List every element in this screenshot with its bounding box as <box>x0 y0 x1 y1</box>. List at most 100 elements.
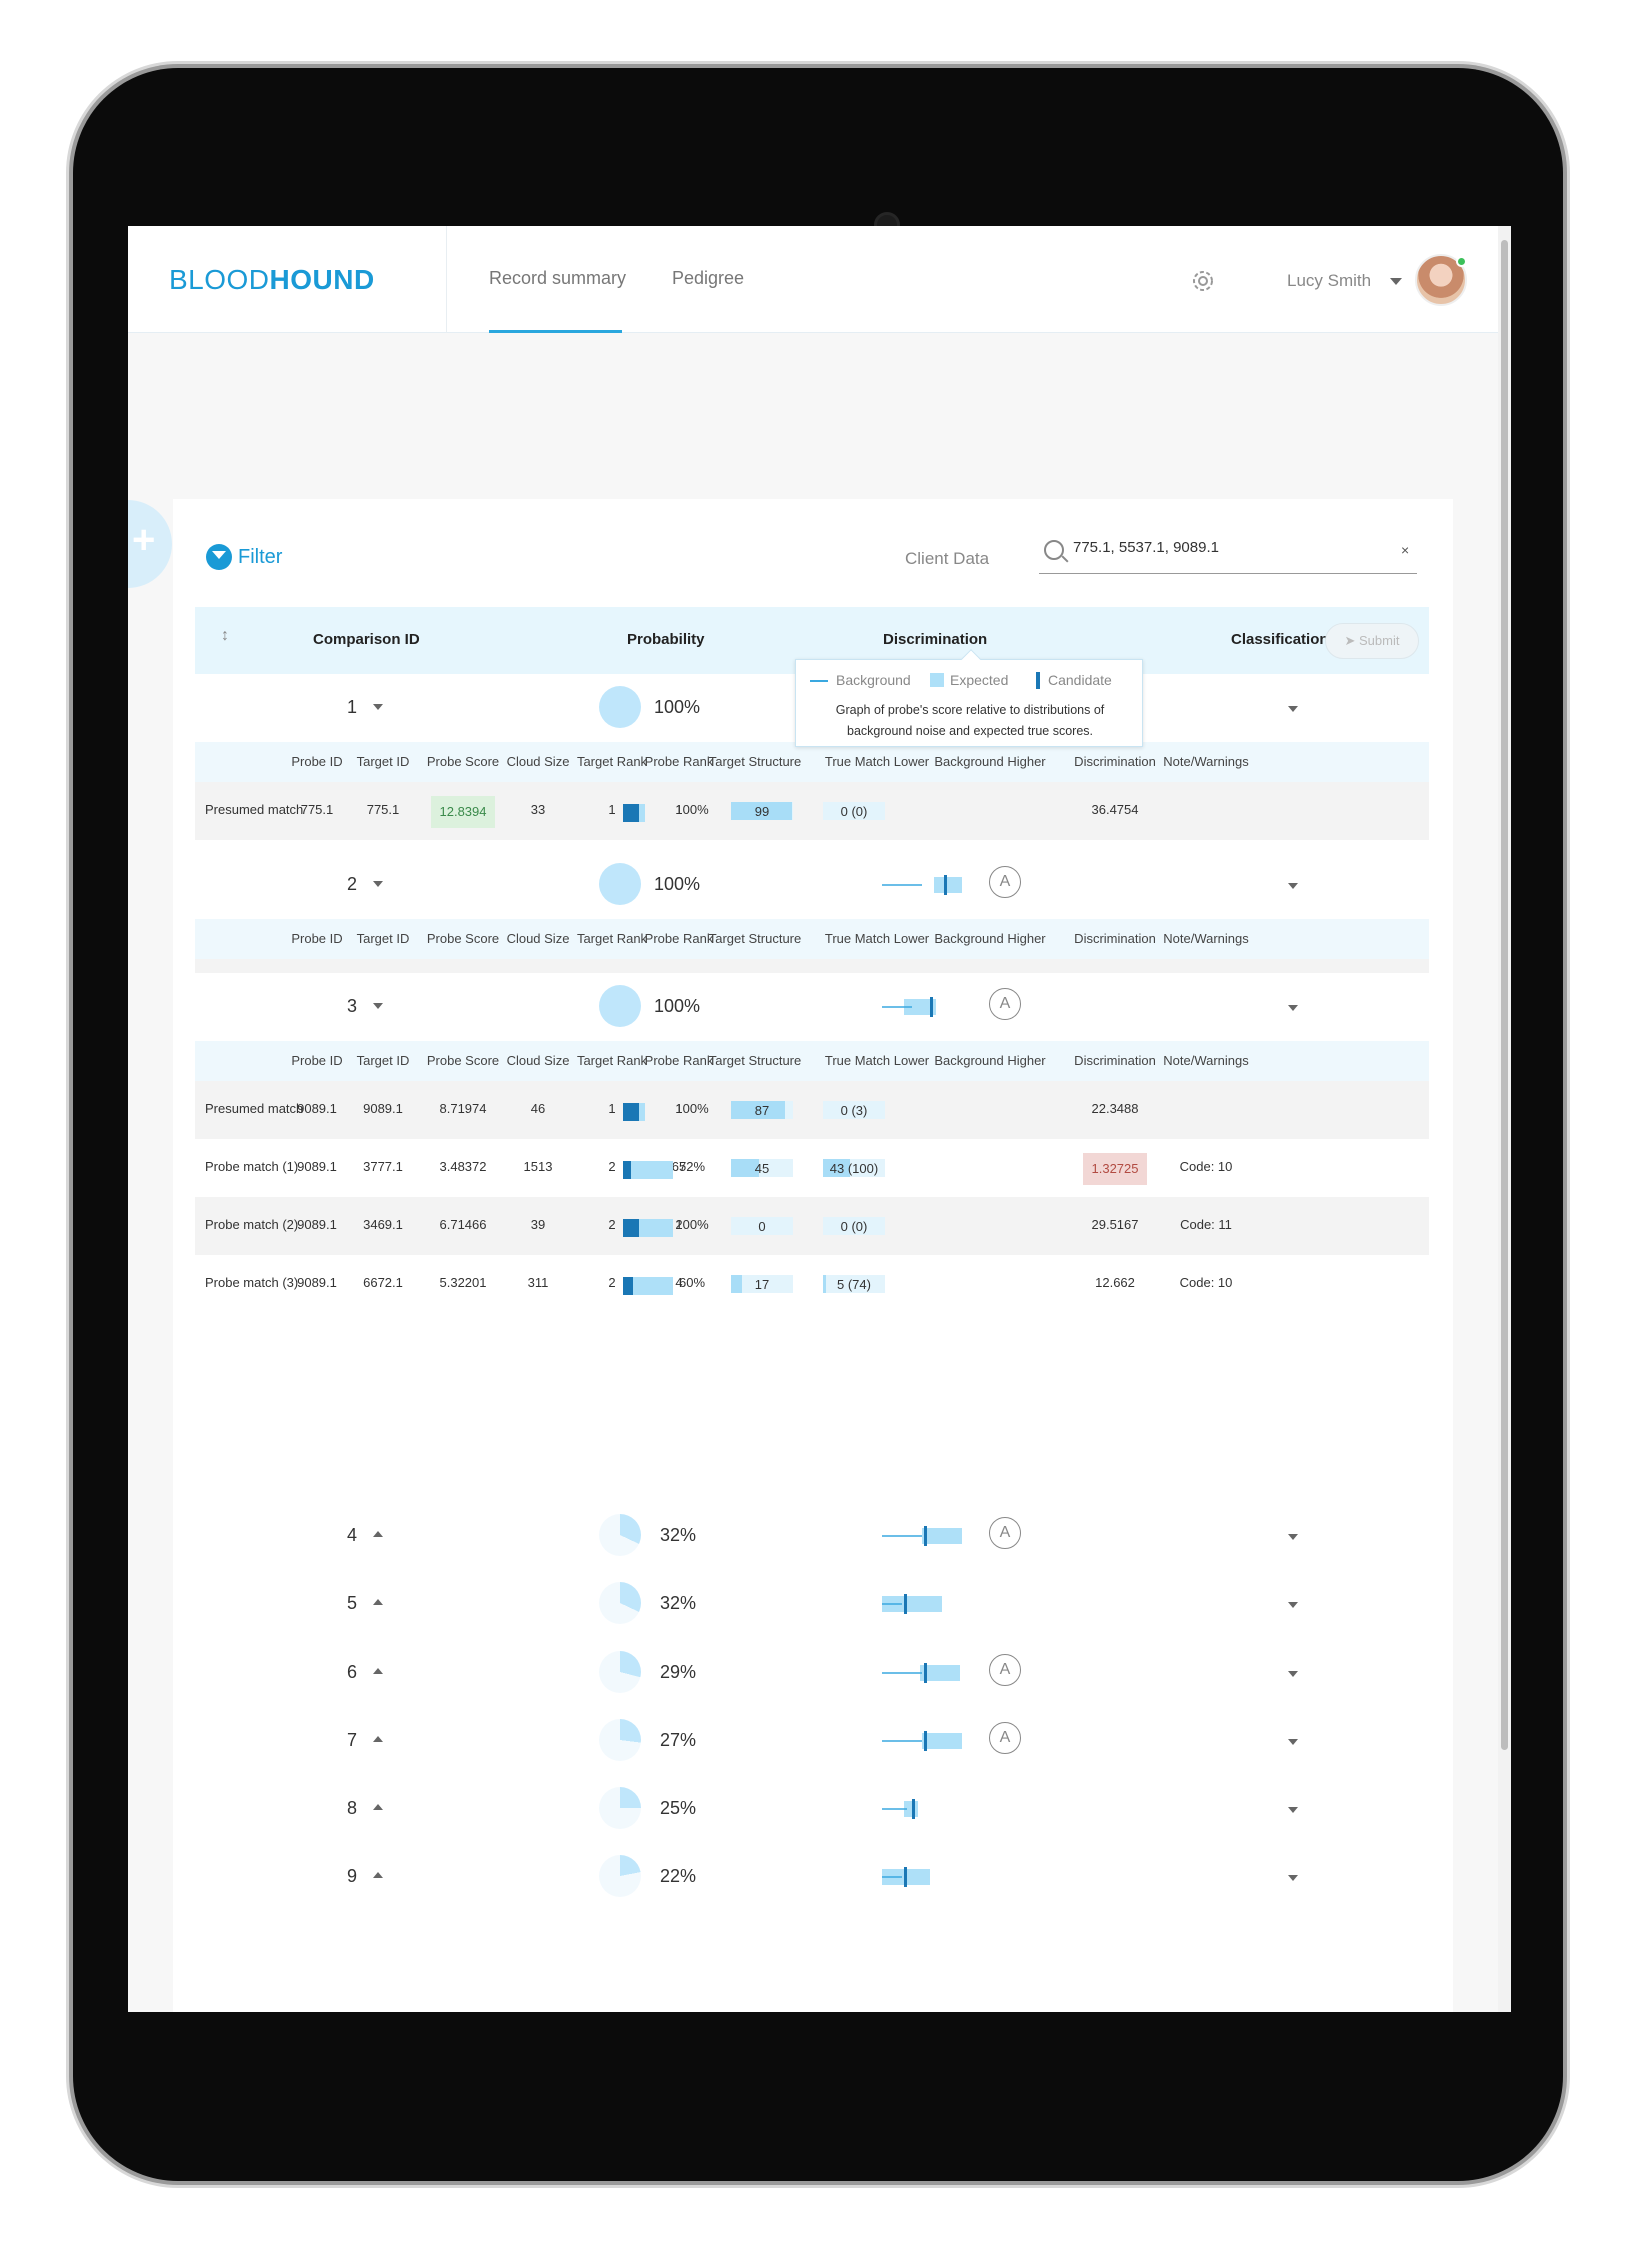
classification-a-icon[interactable]: A <box>989 1722 1021 1754</box>
detail-column-header[interactable]: Cloud Size <box>507 931 570 946</box>
detail-column-header[interactable]: Probe Score <box>427 931 499 946</box>
detail-column-header[interactable]: Probe Rank <box>645 754 714 769</box>
classification-dropdown-icon[interactable] <box>1288 1534 1298 1540</box>
background-higher-bar: 0 (3) <box>823 1101 885 1119</box>
detail-column-header[interactable]: Note/Warnings <box>1163 931 1249 946</box>
col-probability[interactable]: Probability <box>627 631 705 648</box>
detail-column-header[interactable]: Target ID <box>357 1053 410 1068</box>
comparison-row[interactable]: 2 100% A <box>195 851 1429 919</box>
detail-column-header[interactable]: Target Structure <box>709 1053 802 1068</box>
comparison-id[interactable]: 2 <box>347 874 357 895</box>
detail-column-header[interactable]: Probe ID <box>291 931 342 946</box>
table-row[interactable]: Probe match (3) 9089.1 6672.1 5.32201 311 2 4 6… <box>195 1255 1429 1313</box>
gear-icon[interactable] <box>1188 266 1218 296</box>
detail-column-header[interactable]: Target Structure <box>709 931 802 946</box>
col-comparison-id[interactable]: Comparison ID <box>313 631 420 648</box>
classification-a-icon[interactable]: A <box>989 866 1021 898</box>
detail-column-header[interactable]: True Match Lower <box>825 754 929 769</box>
add-button[interactable]: + <box>128 500 172 588</box>
scrollbar-thumb[interactable] <box>1501 240 1508 1750</box>
table-row[interactable]: Presumed match 9089.1 9089.1 8.71974 46 1 1 100… <box>195 1081 1429 1139</box>
classification-dropdown-icon[interactable] <box>1288 1739 1298 1745</box>
detail-column-header[interactable]: Target ID <box>357 931 410 946</box>
detail-column-header[interactable]: True Match Lower <box>825 931 929 946</box>
comparison-row[interactable]: 4 32% A <box>195 1502 1429 1570</box>
table-row[interactable]: Presumed match 775.1 775.1 12.8394 33 1 1 100% 9… <box>195 782 1429 840</box>
chevron-down-icon[interactable] <box>373 704 383 710</box>
search-input[interactable] <box>1073 539 1393 556</box>
chevron-down-icon[interactable] <box>1390 278 1402 285</box>
chevron-up-icon[interactable] <box>373 1531 383 1537</box>
detail-column-header[interactable]: Target Rank <box>577 754 647 769</box>
detail-column-header[interactable]: Background Higher <box>934 931 1045 946</box>
chevron-down-icon[interactable] <box>373 881 383 887</box>
comparison-id[interactable]: 7 <box>347 1730 357 1751</box>
detail-column-header[interactable]: Probe ID <box>291 1053 342 1068</box>
comparison-row[interactable]: 6 29% A <box>195 1639 1429 1707</box>
comparison-row[interactable]: 7 27% A <box>195 1707 1429 1775</box>
detail-column-header[interactable]: Discrimination <box>1074 931 1156 946</box>
chevron-up-icon[interactable] <box>373 1872 383 1878</box>
classification-dropdown-icon[interactable] <box>1288 1875 1298 1881</box>
col-classification[interactable]: Classification <box>1231 631 1329 648</box>
detail-column-header[interactable]: Discrimination <box>1074 1053 1156 1068</box>
filter-button[interactable]: Filter <box>238 546 282 569</box>
detail-column-header[interactable]: Target Rank <box>577 931 647 946</box>
classification-a-icon[interactable]: A <box>989 1654 1021 1686</box>
tab-record-summary[interactable]: Record summary <box>489 268 626 289</box>
classification-dropdown-icon[interactable] <box>1288 1602 1298 1608</box>
comparison-row[interactable]: 5 32% <box>195 1570 1429 1638</box>
detail-column-header[interactable]: Note/Warnings <box>1163 754 1249 769</box>
detail-column-header[interactable]: Cloud Size <box>507 754 570 769</box>
classification-dropdown-icon[interactable] <box>1288 1807 1298 1813</box>
classification-dropdown-icon[interactable] <box>1288 1005 1298 1011</box>
detail-column-header[interactable]: Cloud Size <box>507 1053 570 1068</box>
detail-column-header[interactable]: Discrimination <box>1074 754 1156 769</box>
close-icon[interactable]: × <box>1401 542 1409 558</box>
detail-column-header[interactable]: Background Higher <box>934 754 1045 769</box>
detail-column-header[interactable]: Probe Rank <box>645 1053 714 1068</box>
comparison-row[interactable]: 3 100% A <box>195 973 1429 1041</box>
online-status-icon <box>1456 256 1467 267</box>
classification-a-icon[interactable]: A <box>989 988 1021 1020</box>
comparison-id[interactable]: 1 <box>347 697 357 718</box>
detail-column-header[interactable]: Background Higher <box>934 1053 1045 1068</box>
detail-column-header[interactable]: Probe Score <box>427 1053 499 1068</box>
comparison-id[interactable]: 3 <box>347 996 357 1017</box>
detail-column-header[interactable]: Target Rank <box>577 1053 647 1068</box>
classification-dropdown-icon[interactable] <box>1288 1671 1298 1677</box>
comparison-id[interactable]: 9 <box>347 1866 357 1887</box>
table-row[interactable]: Probe match (1) 9089.1 3777.1 3.48372 1513 2 6… <box>195 1139 1429 1197</box>
detail-column-header[interactable]: Target Structure <box>709 754 802 769</box>
chevron-up-icon[interactable] <box>373 1736 383 1742</box>
classification-a-icon[interactable]: A <box>989 1517 1021 1549</box>
brand-logo[interactable]: BLOODHOUND <box>169 264 375 296</box>
submit-button[interactable]: ➤ Submit <box>1325 623 1419 659</box>
comparison-id[interactable]: 8 <box>347 1798 357 1819</box>
user-name[interactable]: Lucy Smith <box>1287 271 1371 291</box>
discrimination-warning: 1.32725 <box>1083 1153 1147 1185</box>
tab-pedigree[interactable]: Pedigree <box>672 268 744 289</box>
detail-column-header[interactable]: Probe ID <box>291 754 342 769</box>
table-row[interactable]: Probe match (2) 9089.1 3469.1 6.71466 39 2 2 10… <box>195 1197 1429 1255</box>
chevron-up-icon[interactable] <box>373 1804 383 1810</box>
col-discrimination[interactable]: Discrimination <box>883 631 987 648</box>
detail-column-header[interactable]: Probe Rank <box>645 931 714 946</box>
comparison-id[interactable]: 5 <box>347 1593 357 1614</box>
detail-column-header[interactable]: Probe Score <box>427 754 499 769</box>
chevron-up-icon[interactable] <box>373 1599 383 1605</box>
classification-dropdown-icon[interactable] <box>1288 706 1298 712</box>
filter-icon[interactable] <box>206 544 232 570</box>
detail-column-header[interactable]: Target ID <box>357 754 410 769</box>
comparison-row[interactable]: 9 22% <box>195 1843 1429 1911</box>
sort-icon[interactable]: ↕ <box>221 627 229 645</box>
chevron-up-icon[interactable] <box>373 1668 383 1674</box>
classification-dropdown-icon[interactable] <box>1288 883 1298 889</box>
detail-column-header[interactable]: Note/Warnings <box>1163 1053 1249 1068</box>
detail-column-header[interactable]: True Match Lower <box>825 1053 929 1068</box>
chevron-down-icon[interactable] <box>373 1003 383 1009</box>
search-field[interactable]: × <box>1039 532 1417 574</box>
comparison-id[interactable]: 6 <box>347 1662 357 1683</box>
comparison-id[interactable]: 4 <box>347 1525 357 1546</box>
comparison-row[interactable]: 8 25% <box>195 1775 1429 1843</box>
